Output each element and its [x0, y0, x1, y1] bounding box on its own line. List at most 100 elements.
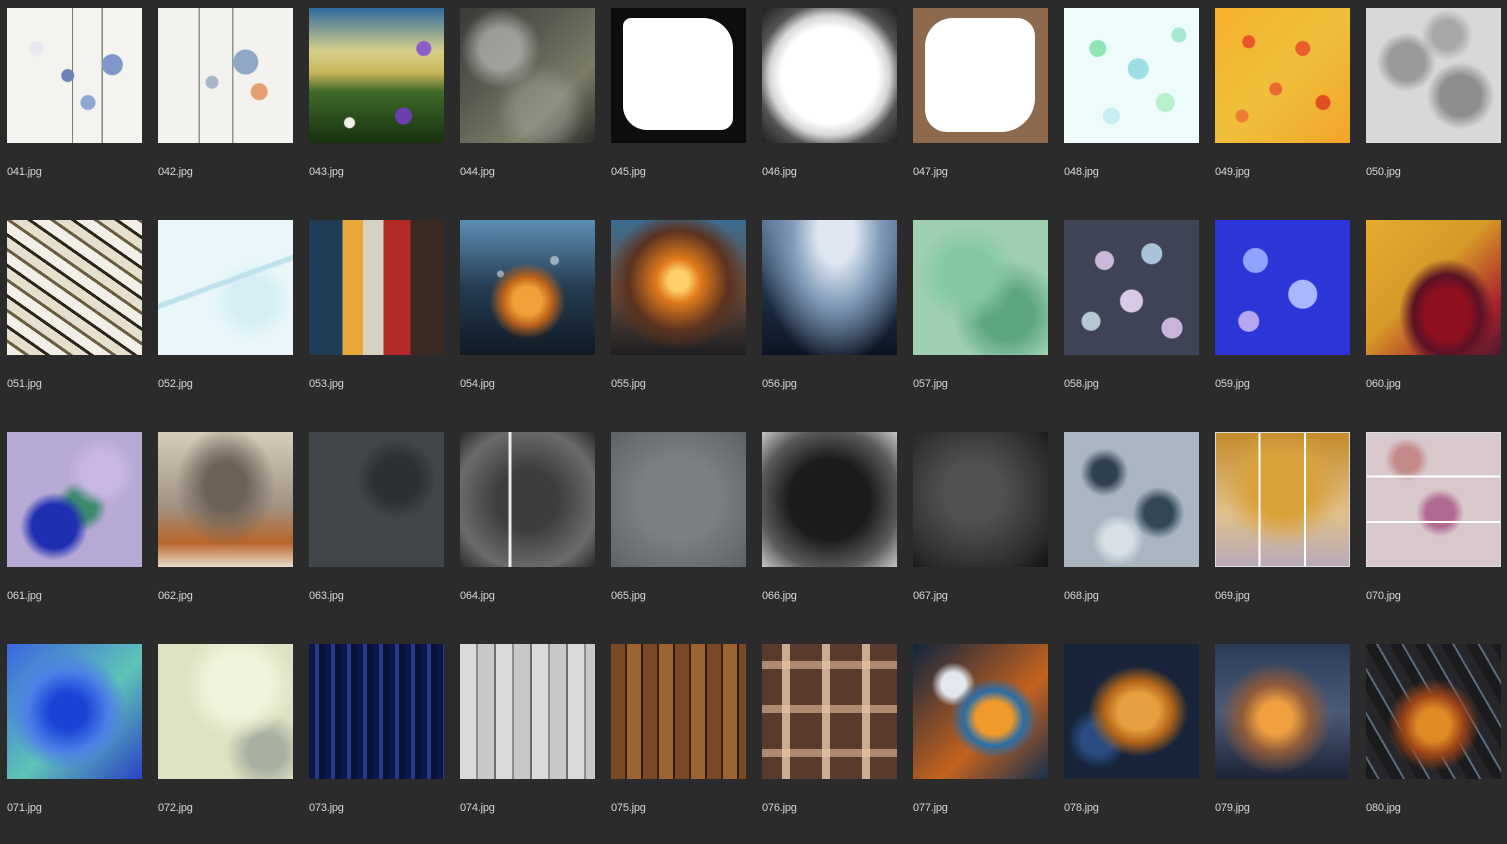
file-tile[interactable]: 058.jpg	[1064, 220, 1204, 420]
file-name: 050.jpg	[1366, 166, 1401, 178]
file-name: 068.jpg	[1064, 590, 1099, 602]
file-tile[interactable]: 042.jpg	[158, 8, 298, 208]
thumbnail-image[interactable]	[913, 644, 1048, 779]
file-tile[interactable]: 066.jpg	[762, 432, 902, 632]
thumbnail-image[interactable]	[1064, 220, 1199, 355]
file-name: 067.jpg	[913, 590, 948, 602]
file-tile[interactable]: 079.jpg	[1215, 644, 1355, 844]
thumbnail-image[interactable]	[158, 644, 293, 779]
file-tile[interactable]: 047.jpg	[913, 8, 1053, 208]
file-name: 041.jpg	[7, 166, 42, 178]
thumbnail-image[interactable]	[1215, 8, 1350, 143]
file-tile[interactable]: 073.jpg	[309, 644, 449, 844]
file-tile[interactable]: 072.jpg	[158, 644, 298, 844]
thumbnail-image[interactable]	[611, 8, 746, 143]
file-tile[interactable]: 076.jpg	[762, 644, 902, 844]
thumbnail-image[interactable]	[7, 220, 142, 355]
file-tile[interactable]: 055.jpg	[611, 220, 751, 420]
file-tile[interactable]: 069.jpg	[1215, 432, 1355, 632]
thumbnail-image[interactable]	[1215, 220, 1350, 355]
file-tile[interactable]: 067.jpg	[913, 432, 1053, 632]
file-tile[interactable]: 054.jpg	[460, 220, 600, 420]
file-tile[interactable]: 078.jpg	[1064, 644, 1204, 844]
thumbnail-image[interactable]	[1064, 432, 1199, 567]
file-name: 074.jpg	[460, 802, 495, 814]
thumbnail-image[interactable]	[158, 432, 293, 567]
file-name: 043.jpg	[309, 166, 344, 178]
file-tile[interactable]: 051.jpg	[7, 220, 147, 420]
file-tile[interactable]: 065.jpg	[611, 432, 751, 632]
file-name: 053.jpg	[309, 378, 344, 390]
thumbnail-image[interactable]	[460, 432, 595, 567]
file-tile[interactable]: 049.jpg	[1215, 8, 1355, 208]
file-tile[interactable]: 043.jpg	[309, 8, 449, 208]
file-tile[interactable]: 071.jpg	[7, 644, 147, 844]
file-tile[interactable]: 075.jpg	[611, 644, 751, 844]
thumbnail-image[interactable]	[1064, 644, 1199, 779]
thumbnail-image[interactable]	[611, 432, 746, 567]
thumbnail-image[interactable]	[1366, 644, 1501, 779]
thumbnail-image[interactable]	[7, 432, 142, 567]
thumbnail-image[interactable]	[611, 220, 746, 355]
file-name: 049.jpg	[1215, 166, 1250, 178]
file-name: 080.jpg	[1366, 802, 1401, 814]
file-name: 065.jpg	[611, 590, 646, 602]
thumbnail-image[interactable]	[913, 220, 1048, 355]
file-tile[interactable]: 044.jpg	[460, 8, 600, 208]
thumbnail-image[interactable]	[762, 432, 897, 567]
file-name: 046.jpg	[762, 166, 797, 178]
file-tile[interactable]: 048.jpg	[1064, 8, 1204, 208]
thumbnail-image[interactable]	[913, 432, 1048, 567]
file-name: 078.jpg	[1064, 802, 1099, 814]
thumbnail-image[interactable]	[762, 8, 897, 143]
file-tile[interactable]: 056.jpg	[762, 220, 902, 420]
file-tile[interactable]: 070.jpg	[1366, 432, 1506, 632]
thumbnail-image[interactable]	[460, 8, 595, 143]
thumbnail-image[interactable]	[309, 220, 444, 355]
file-tile[interactable]: 062.jpg	[158, 432, 298, 632]
file-name: 060.jpg	[1366, 378, 1401, 390]
file-name: 055.jpg	[611, 378, 646, 390]
file-tile[interactable]: 074.jpg	[460, 644, 600, 844]
thumbnail-image[interactable]	[7, 8, 142, 143]
file-tile[interactable]: 041.jpg	[7, 8, 147, 208]
thumbnail-image[interactable]	[762, 220, 897, 355]
file-tile[interactable]: 061.jpg	[7, 432, 147, 632]
thumbnail-image[interactable]	[913, 8, 1048, 143]
file-tile[interactable]: 064.jpg	[460, 432, 600, 632]
file-tile[interactable]: 045.jpg	[611, 8, 751, 208]
thumbnail-image[interactable]	[158, 220, 293, 355]
file-tile[interactable]: 050.jpg	[1366, 8, 1506, 208]
thumbnail-image[interactable]	[1366, 432, 1501, 567]
thumbnail-image[interactable]	[158, 8, 293, 143]
thumbnail-image[interactable]	[460, 644, 595, 779]
thumbnail-image[interactable]	[460, 220, 595, 355]
thumbnail-image[interactable]	[1215, 432, 1350, 567]
thumbnail-image[interactable]	[762, 644, 897, 779]
file-tile[interactable]: 063.jpg	[309, 432, 449, 632]
file-tile[interactable]: 053.jpg	[309, 220, 449, 420]
file-name: 070.jpg	[1366, 590, 1401, 602]
file-name: 071.jpg	[7, 802, 42, 814]
file-tile[interactable]: 080.jpg	[1366, 644, 1506, 844]
file-tile[interactable]: 059.jpg	[1215, 220, 1355, 420]
file-name: 044.jpg	[460, 166, 495, 178]
file-tile[interactable]: 046.jpg	[762, 8, 902, 208]
file-tile[interactable]: 057.jpg	[913, 220, 1053, 420]
file-tile[interactable]: 052.jpg	[158, 220, 298, 420]
thumbnail-image[interactable]	[1064, 8, 1199, 143]
thumbnail-image[interactable]	[309, 432, 444, 567]
file-tile[interactable]: 068.jpg	[1064, 432, 1204, 632]
thumbnail-image[interactable]	[1366, 220, 1501, 355]
thumbnail-image[interactable]	[1215, 644, 1350, 779]
thumbnail-image[interactable]	[309, 644, 444, 779]
file-name: 072.jpg	[158, 802, 193, 814]
thumbnail-grid: 041.jpg 042.jpg 043.jpg 044.jpg 045.jpg …	[0, 0, 1507, 822]
thumbnail-image[interactable]	[1366, 8, 1501, 143]
thumbnail-image[interactable]	[7, 644, 142, 779]
file-tile[interactable]: 060.jpg	[1366, 220, 1506, 420]
thumbnail-image[interactable]	[309, 8, 444, 143]
file-tile[interactable]: 077.jpg	[913, 644, 1053, 844]
thumbnail-image[interactable]	[611, 644, 746, 779]
file-name: 056.jpg	[762, 378, 797, 390]
